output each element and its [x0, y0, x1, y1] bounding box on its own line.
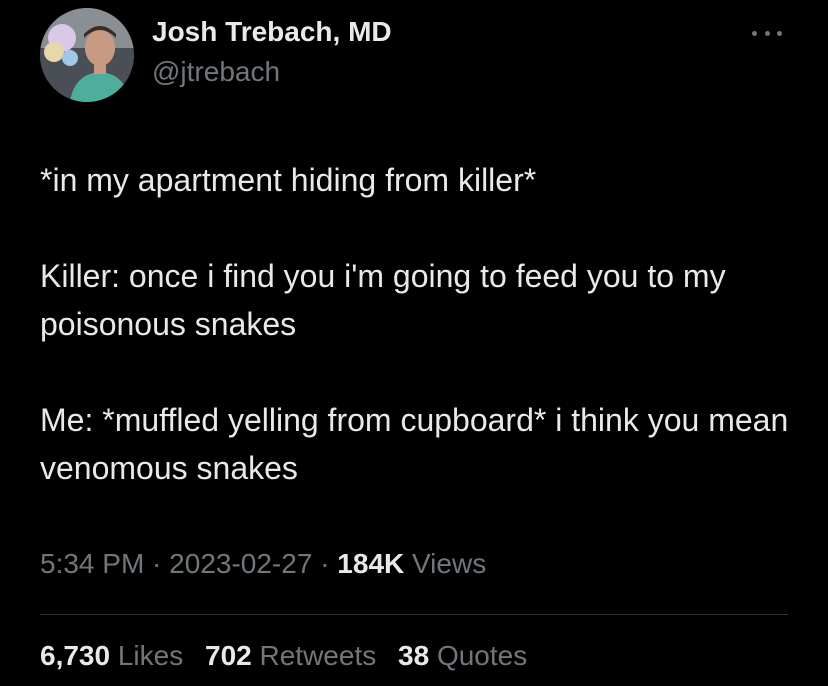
- avatar-photo: [40, 8, 134, 102]
- likes-count: 6,730: [40, 640, 111, 671]
- retweets-label: Retweets: [259, 640, 377, 671]
- quotes-stat[interactable]: 38 Quotes: [398, 640, 527, 671]
- divider: [40, 614, 788, 615]
- author-display-name[interactable]: Josh Trebach, MD: [152, 16, 392, 48]
- author-handle[interactable]: @jtrebach: [152, 56, 280, 88]
- more-horizontal-icon[interactable]: [752, 18, 782, 48]
- more-dot: [777, 30, 782, 36]
- tweet-time[interactable]: 5:34 PM: [40, 548, 144, 579]
- tweet-text: *in my apartment hiding from killer* Kil…: [40, 156, 800, 492]
- likes-stat[interactable]: 6,730 Likes: [40, 640, 183, 671]
- meta-separator: ·: [144, 548, 170, 579]
- quotes-count: 38: [398, 640, 430, 671]
- tweet-meta: 5:34 PM · 2023-02-27 · 184K Views: [40, 548, 486, 580]
- retweets-stat[interactable]: 702 Retweets: [205, 640, 376, 671]
- tweet-date[interactable]: 2023-02-27: [169, 548, 312, 579]
- tweet-card: Josh Trebach, MD @jtrebach *in my apartm…: [0, 0, 828, 686]
- more-dot: [752, 30, 757, 36]
- retweets-count: 702: [205, 640, 252, 671]
- views-label: Views: [412, 548, 487, 579]
- engagement-stats: 6,730 Likes 702 Retweets 38 Quotes: [40, 640, 541, 672]
- avatar[interactable]: [40, 8, 134, 102]
- views-count: 184K: [337, 548, 405, 579]
- meta-separator: ·: [312, 548, 338, 579]
- more-dot: [764, 30, 770, 36]
- tweet-line: *in my apartment hiding from killer*: [40, 162, 537, 198]
- quotes-label: Quotes: [436, 640, 528, 671]
- likes-label: Likes: [117, 640, 184, 671]
- tweet-line: Killer: once i find you i'm going to fee…: [40, 258, 726, 342]
- tweet-line: Me: *muffled yelling from cupboard* i th…: [40, 402, 789, 486]
